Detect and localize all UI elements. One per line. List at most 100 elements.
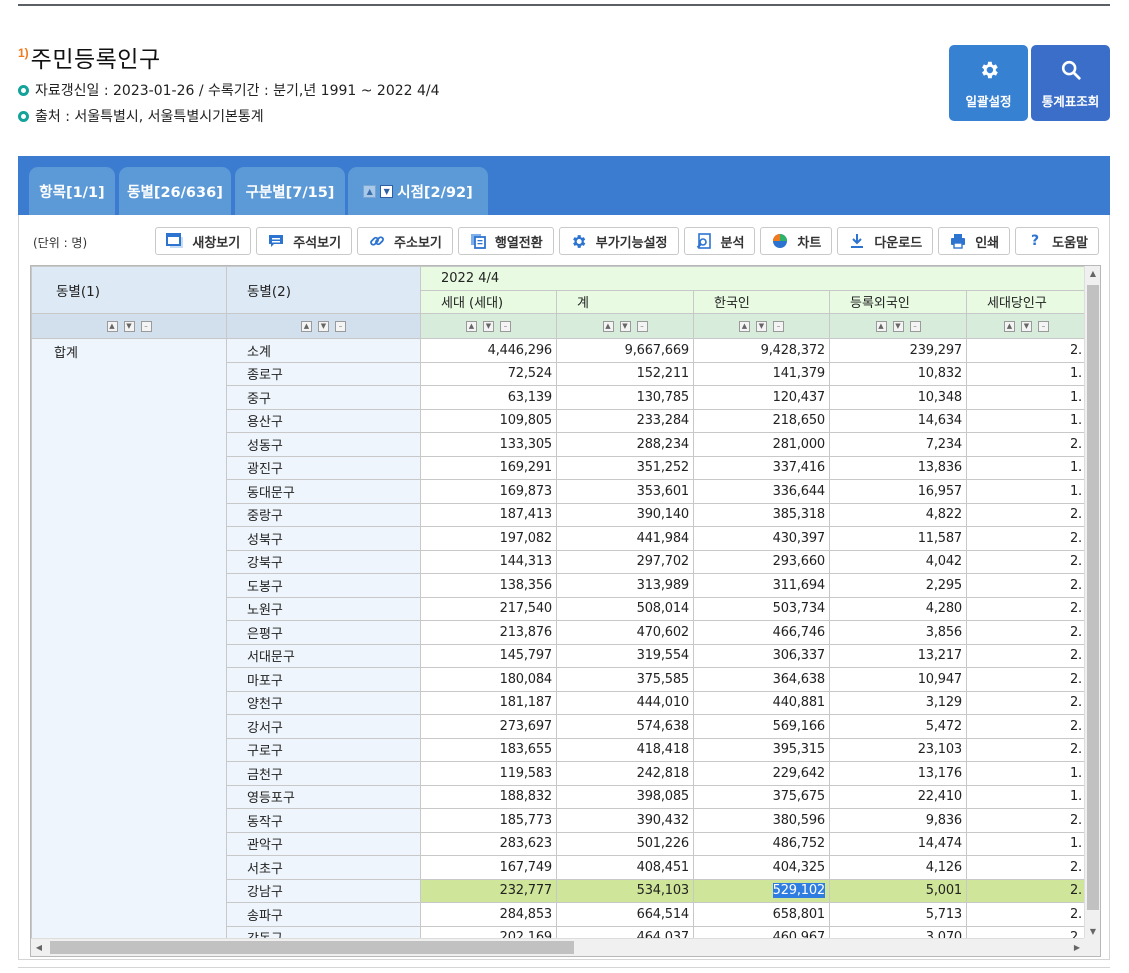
data-cell[interactable]: 404,325 — [693, 855, 830, 880]
extra-settings-button[interactable]: 부가기능설정 — [558, 227, 679, 255]
data-cell[interactable]: 138,356 — [420, 573, 557, 598]
data-cell[interactable]: 217,540 — [420, 596, 557, 621]
pivot-button[interactable]: 행열전환 — [457, 227, 554, 255]
data-cell[interactable]: 375,675 — [693, 784, 830, 809]
data-cell[interactable]: 2. — [966, 620, 1087, 645]
sort-descending-icon[interactable]: ▼ — [318, 320, 329, 332]
collapse-icon[interactable]: – — [140, 320, 152, 332]
help-button[interactable]: ? 도움말 — [1015, 227, 1099, 255]
data-cell[interactable]: 364,638 — [693, 667, 830, 692]
data-cell[interactable]: 375,585 — [556, 667, 694, 692]
data-cell[interactable]: 5,001 — [829, 878, 967, 903]
sort-ascending-icon[interactable]: ▲ — [466, 320, 477, 332]
tab-item[interactable]: 항목[1/1] — [29, 167, 115, 215]
data-cell[interactable]: 11,587 — [829, 526, 967, 551]
data-cell[interactable]: 380,596 — [693, 808, 830, 833]
data-cell[interactable]: 169,291 — [420, 455, 557, 480]
data-cell[interactable]: 418,418 — [556, 737, 694, 762]
batch-settings-button[interactable]: 일괄설정 — [949, 45, 1028, 121]
data-cell[interactable]: 9,836 — [829, 808, 967, 833]
collapse-icon[interactable]: – — [335, 320, 346, 332]
data-cell[interactable]: 503,734 — [693, 596, 830, 621]
sort-descending-icon[interactable]: ▼ — [123, 320, 135, 332]
data-cell[interactable]: 1. — [966, 831, 1087, 856]
expand-down-icon[interactable]: ▼ — [380, 184, 394, 198]
data-cell[interactable]: 281,000 — [693, 432, 830, 457]
data-cell[interactable]: 2. — [966, 502, 1087, 527]
data-cell[interactable]: 145,797 — [420, 643, 557, 668]
data-cell[interactable]: 444,010 — [556, 690, 694, 715]
data-cell[interactable]: 2. — [966, 667, 1087, 692]
data-cell[interactable]: 4,446,296 — [420, 338, 557, 363]
data-cell[interactable]: 5,713 — [829, 902, 967, 927]
tab-category[interactable]: 구분별[7/15] — [235, 167, 345, 215]
data-cell[interactable]: 1. — [966, 385, 1087, 410]
data-cell[interactable]: 4,280 — [829, 596, 967, 621]
data-cell[interactable]: 2. — [966, 596, 1087, 621]
data-cell[interactable]: 273,697 — [420, 714, 557, 739]
data-cell[interactable]: 183,655 — [420, 737, 557, 762]
download-button[interactable]: 다운로드 — [837, 227, 934, 255]
data-cell[interactable]: 119,583 — [420, 761, 557, 786]
data-cell[interactable]: 4,042 — [829, 549, 967, 574]
data-cell[interactable]: 2. — [966, 902, 1087, 927]
chart-button[interactable]: 차트 — [760, 227, 833, 255]
new-window-button[interactable]: 새창보기 — [155, 227, 252, 255]
data-cell[interactable]: 242,818 — [556, 761, 694, 786]
data-cell[interactable]: 395,315 — [693, 737, 830, 762]
data-cell[interactable]: 144,313 — [420, 549, 557, 574]
collapse-icon[interactable]: – — [636, 320, 648, 332]
data-cell[interactable]: 2. — [966, 737, 1087, 762]
data-cell[interactable]: 313,989 — [556, 573, 694, 598]
data-cell[interactable]: 1. — [966, 455, 1087, 480]
data-cell[interactable]: 7,234 — [829, 432, 967, 457]
sort-descending-icon[interactable]: ▼ — [892, 320, 904, 332]
data-cell[interactable]: 141,379 — [693, 361, 830, 386]
data-cell[interactable]: 288,234 — [556, 432, 694, 457]
scroll-up-icon[interactable]: ▲ — [1085, 266, 1100, 282]
data-cell[interactable]: 5,472 — [829, 714, 967, 739]
data-cell[interactable]: 14,474 — [829, 831, 967, 856]
data-cell[interactable]: 336,644 — [693, 479, 830, 504]
sort-descending-icon[interactable]: ▼ — [619, 320, 631, 332]
collapse-up-icon[interactable]: ▲ — [363, 184, 377, 198]
data-cell[interactable]: 63,139 — [420, 385, 557, 410]
data-cell[interactable]: 311,694 — [693, 573, 830, 598]
data-cell[interactable]: 169,873 — [420, 479, 557, 504]
vertical-scrollbar[interactable]: ▲ ▼ — [1084, 266, 1100, 940]
data-cell[interactable]: 2. — [966, 643, 1087, 668]
data-cell[interactable]: 1. — [966, 761, 1087, 786]
data-cell[interactable]: 185,773 — [420, 808, 557, 833]
data-cell[interactable]: 658,801 — [693, 902, 830, 927]
data-cell[interactable]: 664,514 — [556, 902, 694, 927]
collapse-icon[interactable]: – — [500, 320, 511, 332]
data-cell[interactable]: 4,822 — [829, 502, 967, 527]
sort-ascending-icon[interactable]: ▲ — [1004, 320, 1015, 332]
data-cell[interactable]: 13,836 — [829, 455, 967, 480]
data-cell[interactable]: 2. — [966, 690, 1087, 715]
column-header[interactable]: 등록외국인 — [829, 289, 967, 314]
horizontal-scroll-thumb[interactable] — [50, 941, 574, 954]
data-cell[interactable]: 218,650 — [693, 408, 830, 433]
print-button[interactable]: 인쇄 — [938, 227, 1011, 255]
data-cell[interactable]: 120,437 — [693, 385, 830, 410]
sort-ascending-icon[interactable]: ▲ — [106, 320, 118, 332]
data-cell[interactable]: 10,348 — [829, 385, 967, 410]
data-cell[interactable]: 441,984 — [556, 526, 694, 551]
data-cell[interactable]: 337,416 — [693, 455, 830, 480]
data-cell[interactable]: 569,166 — [693, 714, 830, 739]
data-cell[interactable]: 232,777 — [420, 878, 557, 903]
data-cell[interactable]: 13,176 — [829, 761, 967, 786]
url-button[interactable]: 주소보기 — [357, 227, 453, 255]
data-cell[interactable]: 197,082 — [420, 526, 557, 551]
data-cell[interactable]: 574,638 — [556, 714, 694, 739]
data-cell[interactable]: 2. — [966, 878, 1087, 903]
data-cell[interactable]: 306,337 — [693, 643, 830, 668]
data-cell[interactable]: 486,752 — [693, 831, 830, 856]
data-cell[interactable]: 9,428,372 — [693, 338, 830, 363]
data-cell[interactable]: 2,295 — [829, 573, 967, 598]
column-header[interactable]: 한국인 — [693, 289, 830, 314]
data-cell[interactable]: 109,805 — [420, 408, 557, 433]
tab-period[interactable]: ▲ ▼ 시점[2/92] — [348, 167, 488, 215]
data-cell[interactable]: 3,856 — [829, 620, 967, 645]
